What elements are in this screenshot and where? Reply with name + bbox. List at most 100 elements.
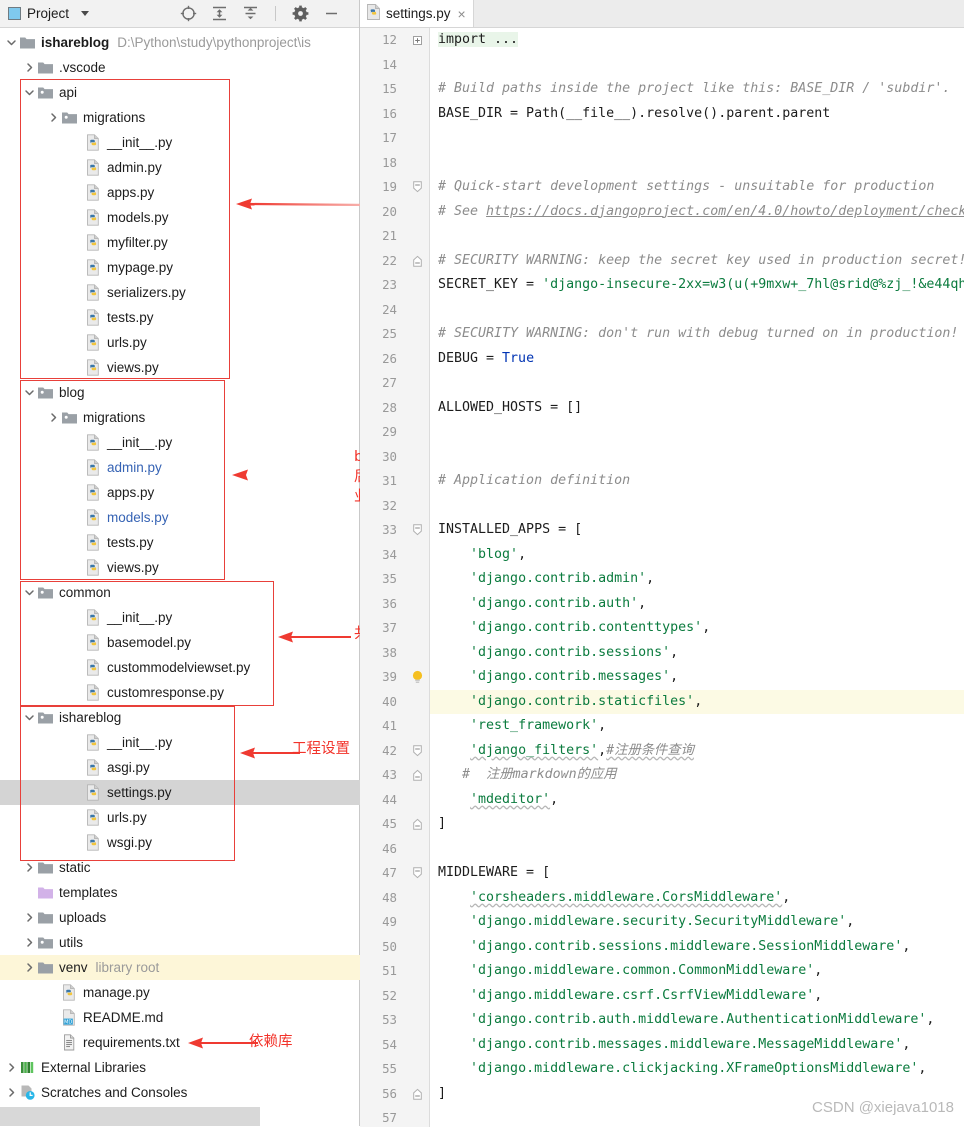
code-line[interactable]: 47MIDDLEWARE = [ [360,861,964,886]
code-line[interactable]: 24 [360,298,964,323]
fold-end-icon[interactable] [406,763,430,788]
tree-row-tests-py[interactable]: tests.py [0,305,359,330]
chevron-down-icon[interactable] [22,87,37,98]
code-line[interactable]: 51 'django.middleware.common.CommonMiddl… [360,959,964,984]
tree-row-urls-py[interactable]: urls.py [0,805,359,830]
chevron-right-icon[interactable] [4,1062,19,1073]
code-line[interactable]: 39 'django.contrib.messages', [360,665,964,690]
chevron-down-icon[interactable] [81,11,89,16]
fold-collapse-icon[interactable] [406,739,430,764]
code-line[interactable]: 28ALLOWED_HOSTS = [] [360,396,964,421]
code-line[interactable]: 34 'blog', [360,543,964,568]
collapse-all-icon[interactable] [242,5,259,22]
tree-row-myfilter-py[interactable]: myfilter.py [0,230,359,255]
tree-row-blog[interactable]: blog [0,380,359,405]
tree-row--init-py[interactable]: __init__.py [0,730,359,755]
tree-row-custommodelviewset-py[interactable]: custommodelviewset.py [0,655,359,680]
code-line[interactable]: 54 'django.contrib.messages.middleware.M… [360,1033,964,1058]
chevron-right-icon[interactable] [22,912,37,923]
tree-row-urls-py[interactable]: urls.py [0,330,359,355]
locate-icon[interactable] [180,5,197,22]
minimize-icon[interactable] [323,5,340,22]
fold-end-icon[interactable] [406,1082,430,1107]
code-line[interactable]: 45] [360,812,964,837]
chevron-right-icon[interactable] [4,1087,19,1098]
code-line[interactable]: 12import ... [360,28,964,53]
chevron-down-icon[interactable] [22,587,37,598]
tree-row-api[interactable]: api [0,80,359,105]
tree-row-serializers-py[interactable]: serializers.py [0,280,359,305]
code-line[interactable]: 40 'django.contrib.staticfiles', [360,690,964,715]
tree-row-readme-md[interactable]: MDREADME.md [0,1005,359,1030]
tree-row-venv[interactable]: venvlibrary root [0,955,382,980]
tree-row--init-py[interactable]: __init__.py [0,130,359,155]
chevron-right-icon[interactable] [22,62,37,73]
code-line[interactable]: 17 [360,126,964,151]
code-line[interactable]: 22# SECURITY WARNING: keep the secret ke… [360,249,964,274]
chevron-right-icon[interactable] [22,862,37,873]
code-line[interactable]: 20# See https://docs.djangoproject.com/e… [360,200,964,225]
project-panel-title-group[interactable]: Project [0,6,89,21]
code-line[interactable]: 35 'django.contrib.admin', [360,567,964,592]
tree-row-mypage-py[interactable]: mypage.py [0,255,359,280]
code-line[interactable]: 49 'django.middleware.security.SecurityM… [360,910,964,935]
code-content[interactable]: 12import ...1415# Build paths inside the… [360,28,964,1127]
code-line[interactable]: 27 [360,371,964,396]
code-line[interactable]: 29 [360,420,964,445]
code-line[interactable]: 48 'corsheaders.middleware.CorsMiddlewar… [360,886,964,911]
code-line[interactable]: 15# Build paths inside the project like … [360,77,964,102]
code-line[interactable]: 55 'django.middleware.clickjacking.XFram… [360,1057,964,1082]
code-line[interactable]: 25# SECURITY WARNING: don't run with deb… [360,322,964,347]
chevron-right-icon[interactable] [46,112,61,123]
project-file-tree[interactable]: ishareblogD:\Python\study\pythonproject\… [0,28,359,1105]
tree-row--init-py[interactable]: __init__.py [0,430,359,455]
tree-row-models-py[interactable]: models.py [0,205,359,230]
expand-all-icon[interactable] [211,5,228,22]
fold-collapse-icon[interactable] [406,518,430,543]
tree-row-customresponse-py[interactable]: customresponse.py [0,680,359,705]
tree-row-static[interactable]: static [0,855,359,880]
panel-horizontal-scrollbar[interactable] [0,1107,260,1126]
code-line[interactable]: 50 'django.contrib.sessions.middleware.S… [360,935,964,960]
code-line[interactable]: 43 # 注册markdown的应用 [360,763,964,788]
tree-row--vscode[interactable]: .vscode [0,55,359,80]
chevron-right-icon[interactable] [22,937,37,948]
tree-row-external-libraries[interactable]: External Libraries [0,1055,359,1080]
code-line[interactable]: 33INSTALLED_APPS = [ [360,518,964,543]
chevron-right-icon[interactable] [22,962,37,973]
tree-row-admin-py[interactable]: admin.py [0,155,359,180]
chevron-right-icon[interactable] [46,412,61,423]
tree-row-migrations[interactable]: migrations [0,405,359,430]
tree-row-models-py[interactable]: models.py [0,505,359,530]
tree-row-basemodel-py[interactable]: basemodel.py [0,630,359,655]
code-line[interactable]: 32 [360,494,964,519]
code-line[interactable]: 44 'mdeditor', [360,788,964,813]
tree-row-requirements-txt[interactable]: requirements.txt [0,1030,359,1055]
close-icon[interactable]: × [456,7,466,21]
tree-row-views-py[interactable]: views.py [0,555,359,580]
fold-end-icon[interactable] [406,249,430,274]
tree-row-apps-py[interactable]: apps.py [0,180,359,205]
tree-row-templates[interactable]: templates [0,880,359,905]
code-line[interactable]: 42 'django_filters',#注册条件查询 [360,739,964,764]
code-line[interactable]: 31# Application definition [360,469,964,494]
code-line[interactable]: 41 'rest_framework', [360,714,964,739]
tree-row-asgi-py[interactable]: asgi.py [0,755,359,780]
tree-row-views-py[interactable]: views.py [0,355,359,380]
tree-row-tests-py[interactable]: tests.py [0,530,359,555]
code-line[interactable]: 16BASE_DIR = Path(__file__).resolve().pa… [360,102,964,127]
fold-collapse-icon[interactable] [406,861,430,886]
code-line[interactable]: 23SECRET_KEY = 'django-insecure-2xx=w3(u… [360,273,964,298]
tree-row-common[interactable]: common [0,580,359,605]
settings-gear-icon[interactable] [292,5,309,22]
chevron-down-icon[interactable] [22,712,37,723]
code-line[interactable]: 19# Quick-start development settings - u… [360,175,964,200]
tree-row-manage-py[interactable]: manage.py [0,980,359,1005]
code-line[interactable]: 26DEBUG = True [360,347,964,372]
tree-row-admin-py[interactable]: admin.py [0,455,359,480]
chevron-down-icon[interactable] [22,387,37,398]
code-line[interactable]: 21 [360,224,964,249]
chevron-down-icon[interactable] [4,37,19,48]
code-line[interactable]: 14 [360,53,964,78]
tree-row--init-py[interactable]: __init__.py [0,605,359,630]
